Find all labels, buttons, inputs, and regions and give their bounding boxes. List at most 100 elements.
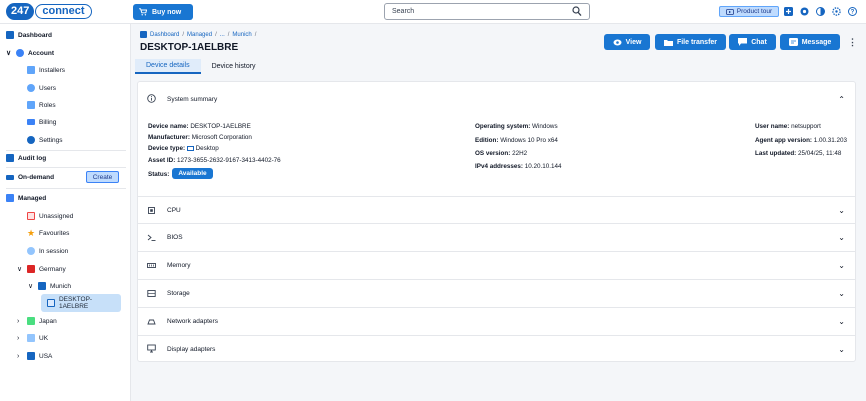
breadcrumb-separator: / [182, 31, 185, 38]
product-tour-button[interactable]: Product tour [719, 6, 779, 17]
field-value: Windows 10 Pro x64 [500, 137, 558, 144]
section-label: BIOS [167, 234, 183, 241]
field-label: Agent app version: [755, 137, 813, 144]
search-icon[interactable] [572, 6, 582, 17]
add-icon[interactable] [784, 7, 793, 16]
chevron-down-icon[interactable]: ⌄ [838, 289, 845, 298]
chevron-right-icon[interactable]: › [17, 318, 23, 325]
sidebar-item-munich[interactable]: ∨ Munich [28, 279, 71, 293]
support-icon[interactable] [800, 7, 809, 16]
chevron-down-icon[interactable]: ∨ [6, 49, 12, 57]
breadcrumb-managed[interactable]: Managed [187, 32, 212, 38]
app-logo[interactable]: 247 connect [6, 3, 92, 20]
sidebar-item-germany[interactable]: ∨ Germany [17, 262, 66, 276]
sidebar-item-roles[interactable]: Roles [27, 98, 56, 112]
sidebar-item-label: Managed [18, 194, 47, 202]
sidebar-item-label: Users [39, 84, 56, 92]
view-label: View [625, 38, 642, 46]
chevron-down-icon[interactable]: ⌄ [838, 317, 845, 326]
sidebar-item-selected-device[interactable]: DESKTOP-1AELBRE [41, 294, 121, 312]
view-button[interactable]: View [604, 34, 650, 50]
sidebar-item-in-session[interactable]: In session [27, 244, 68, 258]
network-adapters-section[interactable]: Network adapters ⌄ [138, 308, 855, 336]
sidebar-item-users[interactable]: Users [27, 81, 56, 95]
chat-button[interactable]: Chat [729, 34, 776, 50]
message-icon [788, 38, 798, 46]
dashboard-icon [140, 31, 147, 38]
os-version-field: OS version: 22H2 [475, 150, 527, 157]
sidebar-item-managed[interactable]: Managed [6, 191, 46, 205]
sidebar-item-billing[interactable]: Billing [27, 115, 56, 129]
display-adapters-section[interactable]: Display adapters ⌄ [138, 335, 855, 363]
cpu-section[interactable]: CPU ⌄ [138, 196, 855, 224]
chevron-down-icon[interactable]: ⌄ [838, 261, 845, 270]
chevron-right-icon[interactable]: › [17, 335, 23, 342]
help-icon[interactable]: ? [848, 7, 857, 16]
field-value: 10.20.10.144 [524, 163, 562, 170]
breadcrumb-dashboard[interactable]: Dashboard [150, 32, 179, 38]
file-transfer-button[interactable]: File transfer [655, 34, 726, 50]
storage-section[interactable]: Storage ⌄ [138, 280, 855, 308]
settings-icon[interactable] [832, 7, 841, 16]
chevron-up-icon[interactable]: ⌃ [838, 95, 845, 104]
sidebar-item-uk[interactable]: › UK [17, 331, 48, 345]
gear-icon [27, 136, 35, 144]
tab-device-details[interactable]: Device details [135, 59, 201, 74]
logo-number: 247 [6, 3, 35, 20]
sidebar-item-installers[interactable]: Installers [27, 63, 65, 77]
sidebar-item-label: USA [39, 352, 53, 360]
folder-icon [27, 265, 35, 273]
create-button[interactable]: Create [86, 171, 119, 183]
chevron-down-icon[interactable]: ∨ [17, 265, 23, 273]
field-value: 1273-3655-2632-9167-3413-4402-76 [177, 157, 281, 164]
system-summary-header[interactable]: System summary ⌃ [138, 85, 855, 113]
breadcrumb-munich[interactable]: Munich [232, 32, 251, 38]
info-icon [147, 94, 156, 103]
edition-field: Edition: Windows 10 Pro x64 [475, 137, 558, 144]
breadcrumb-separator: / [227, 31, 230, 38]
page-title: DESKTOP-1AELBRE [140, 42, 239, 53]
breadcrumb: Dashboard / Managed / ... / Munich / [140, 31, 256, 38]
sidebar-item-label: On-demand [18, 173, 55, 181]
asset-id-field: Asset ID: 1273-3655-2632-9167-3413-4402-… [148, 157, 281, 164]
status-field: Status: [148, 171, 169, 178]
sidebar-item-usa[interactable]: › USA [17, 349, 52, 363]
chevron-down-icon[interactable]: ⌄ [838, 233, 845, 242]
device-type-field: Device type: Desktop [148, 145, 219, 152]
divider [6, 167, 126, 168]
chevron-down-icon[interactable]: ⌄ [838, 206, 845, 215]
buy-now-button[interactable]: Buy now [133, 4, 193, 20]
sidebar-item-unassigned[interactable]: Unassigned [27, 209, 73, 223]
audit-log-icon [6, 154, 14, 162]
sidebar-item-account[interactable]: ∨ Account [6, 46, 54, 60]
section-label: Memory [167, 262, 191, 269]
agent-version-field: Agent app version: 1.00.31.203 [755, 137, 847, 144]
chevron-right-icon[interactable]: › [17, 353, 23, 360]
sidebar-item-japan[interactable]: › Japan [17, 314, 57, 328]
sidebar-item-on-demand[interactable]: On-demand [6, 170, 54, 184]
message-button[interactable]: Message [780, 34, 840, 50]
search-input[interactable]: Search [384, 3, 590, 20]
sidebar-item-label: Roles [39, 101, 56, 109]
more-options-icon[interactable]: ⋮ [848, 37, 857, 48]
sidebar-item-label: Audit log [18, 154, 47, 162]
device-details-card: System summary ⌃ Device name: DESKTOP-1A… [137, 81, 856, 362]
desktop-icon [47, 299, 55, 307]
chevron-down-icon[interactable]: ⌄ [838, 345, 845, 354]
sidebar-item-label: Germany [39, 265, 66, 273]
sidebar-item-dashboard[interactable]: Dashboard [6, 28, 52, 42]
theme-icon[interactable] [816, 7, 825, 16]
folder-icon [27, 334, 35, 342]
sidebar-item-settings[interactable]: Settings [27, 133, 63, 147]
bios-section[interactable]: BIOS ⌄ [138, 224, 855, 252]
manufacturer-field: Manufacturer: Microsoft Corporation [148, 134, 252, 141]
memory-section[interactable]: Memory ⌄ [138, 252, 855, 280]
sidebar-item-audit-log[interactable]: Audit log [6, 151, 46, 165]
tab-device-history[interactable]: Device history [201, 59, 267, 74]
chevron-down-icon[interactable]: ∨ [28, 282, 34, 290]
os-field: Operating system: Windows [475, 123, 558, 130]
section-label: Network adapters [167, 318, 218, 325]
breadcrumb-ellipsis[interactable]: ... [220, 32, 225, 38]
sidebar-item-favourites[interactable]: ★ Favourites [27, 226, 69, 240]
logo-word: connect [35, 4, 92, 19]
